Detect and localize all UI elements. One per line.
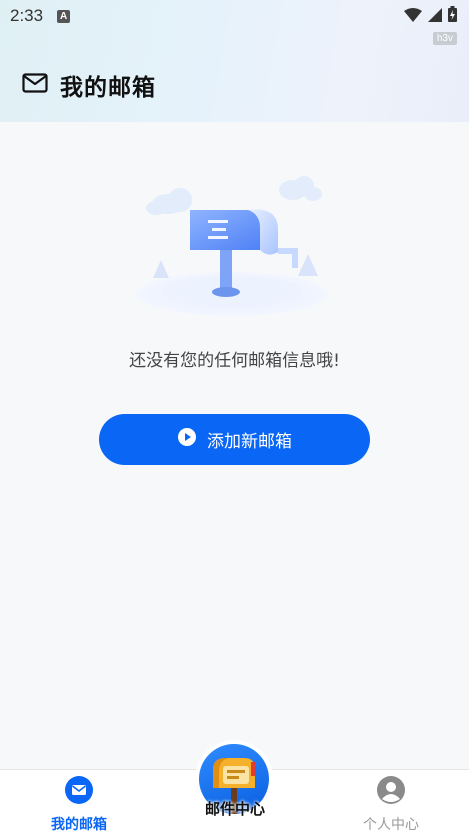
status-bar: 2:33 A — [0, 0, 469, 32]
nav-label-my-mailbox: 我的邮箱 — [51, 817, 107, 833]
notification-badge: A — [57, 9, 71, 23]
page-title: 我的邮箱 — [60, 75, 156, 101]
status-time: 2:33 — [10, 6, 44, 25]
add-mailbox-button[interactable]: 添加新邮箱 — [99, 414, 370, 465]
add-mailbox-label: 添加新邮箱 — [207, 432, 292, 452]
mailbox-illustration — [128, 168, 333, 338]
play-circle-icon — [177, 427, 197, 452]
mail-tab-icon — [64, 775, 94, 809]
empty-state-message: 还没有您的任何邮箱信息哦! — [129, 351, 340, 371]
user-avatar-icon — [376, 775, 406, 809]
signal-icon — [428, 7, 442, 26]
watermark-label: h3v — [432, 32, 457, 45]
nav-label-profile: 个人中心 — [363, 817, 419, 833]
nav-item-my-mailbox[interactable]: 我的邮箱 — [19, 775, 139, 834]
wifi-icon — [404, 7, 422, 26]
nav-item-profile[interactable]: 个人中心 — [331, 775, 451, 834]
nav-label-mail-center: 邮件中心 — [204, 800, 265, 818]
battery-icon — [448, 6, 457, 26]
envelope-icon — [22, 73, 48, 97]
header-title-row: 我的邮箱 — [22, 68, 156, 102]
